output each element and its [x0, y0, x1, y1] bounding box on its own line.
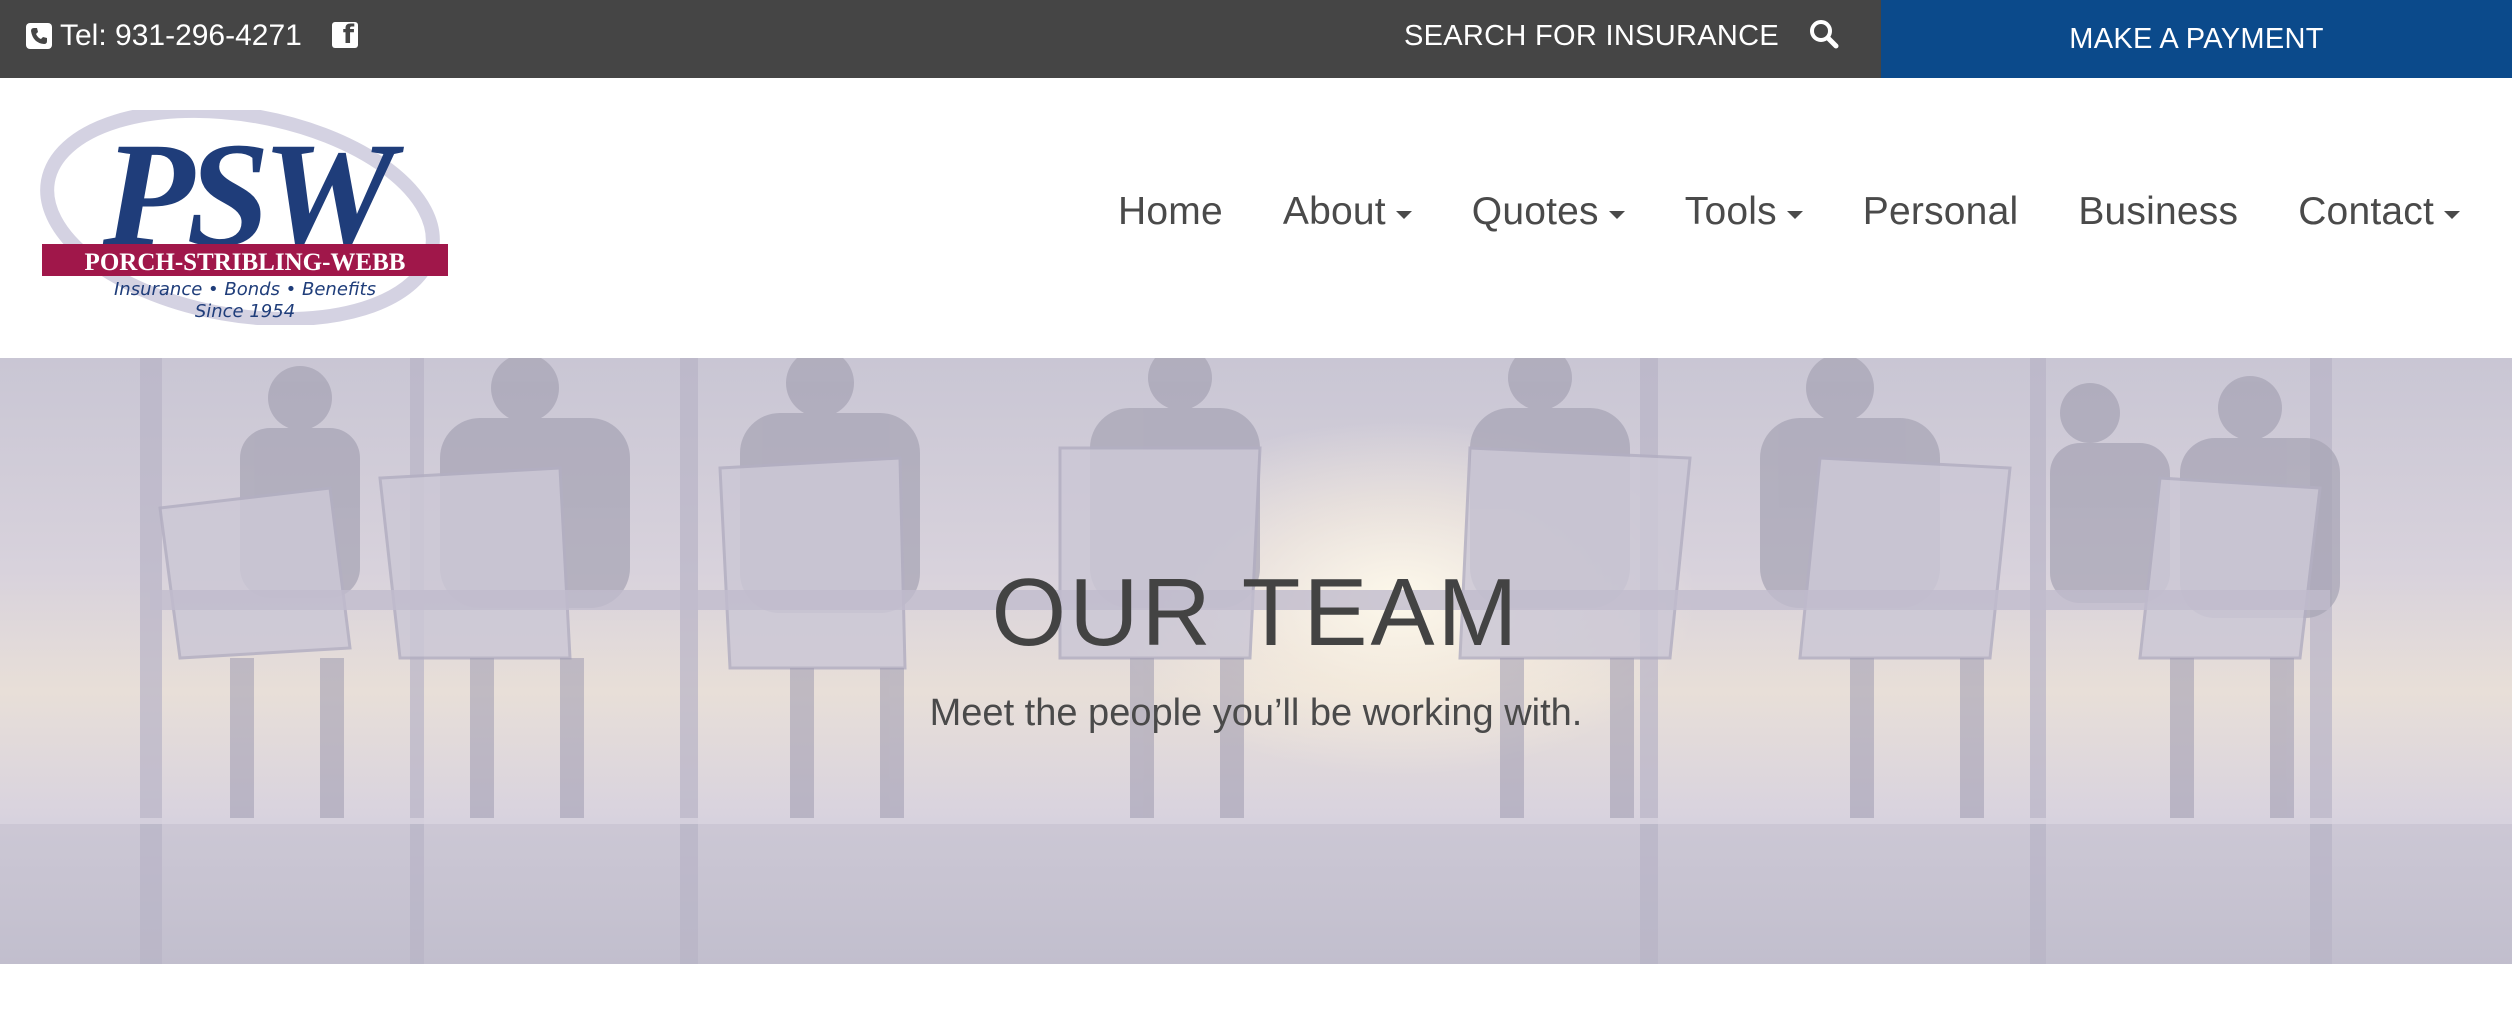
caret-down-icon [1395, 211, 1412, 219]
main-nav: Home About Quotes Tools Personal Busines… [1118, 190, 2460, 234]
caret-down-icon [2444, 211, 2460, 219]
psw-logo[interactable]: PSW PORCH-STRIBLING-WEBB Insurance • Bon… [40, 103, 450, 327]
phone-number: Tel: 931-296-4271 [60, 19, 302, 52]
nav-quotes[interactable]: Quotes [1472, 190, 1625, 234]
hero-banner: OUR TEAM Meet the people you’ll be worki… [0, 358, 2512, 964]
nav-business[interactable]: Business [2078, 190, 2238, 234]
facebook-icon[interactable]: f [332, 22, 358, 48]
logo-company-name: PORCH-STRIBLING-WEBB [85, 249, 406, 276]
hero-title: OUR TEAM [991, 559, 1521, 666]
caret-down-icon [1786, 211, 1803, 219]
nav-about[interactable]: About [1283, 190, 1412, 234]
nav-contact[interactable]: Contact [2298, 190, 2460, 234]
logo-since: Since 1954 [195, 301, 295, 322]
top-bar: Tel: 931-296-4271 f SEARCH FOR INSURANCE… [0, 0, 2512, 78]
nav-tools[interactable]: Tools [1685, 190, 1803, 234]
search-for-insurance-link[interactable]: SEARCH FOR INSURANCE [1404, 0, 1779, 72]
hero-subtitle: Meet the people you’ll be working with. [929, 692, 1583, 734]
logo-tagline: Insurance • Bonds • Benefits [114, 279, 376, 300]
caret-down-icon [1608, 211, 1625, 219]
phone-icon [26, 23, 52, 49]
nav-home[interactable]: Home [1118, 190, 1223, 234]
nav-personal[interactable]: Personal [1863, 190, 2019, 234]
phone-link[interactable]: Tel: 931-296-4271 [26, 0, 302, 72]
make-payment-button[interactable]: MAKE A PAYMENT [1881, 0, 2512, 78]
search-icon[interactable] [1808, 18, 1840, 50]
